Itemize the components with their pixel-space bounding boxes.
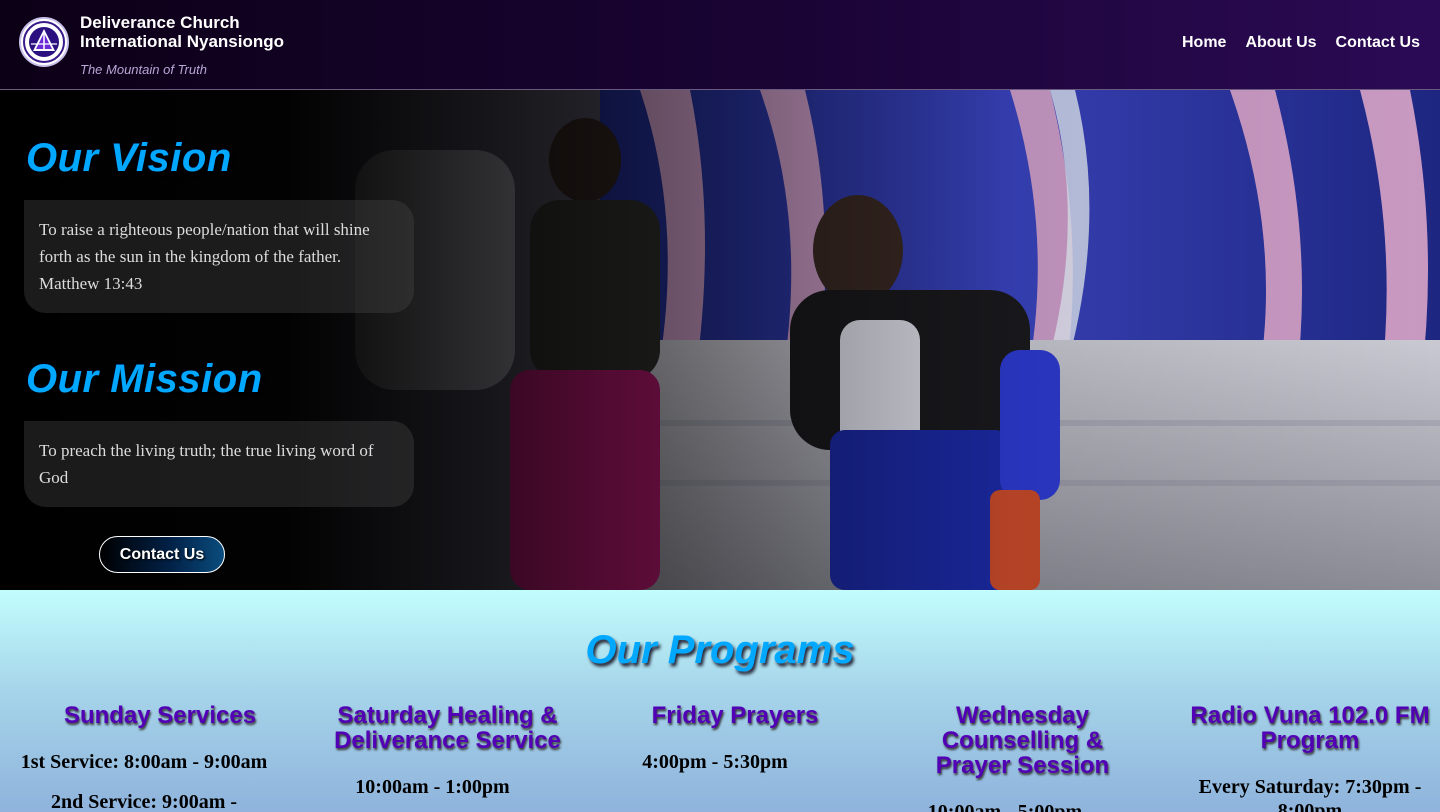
program-sunday-services: Sunday Services 1st Service: 8:00am - 9:… [15,703,305,812]
program-heading: Wednesday Counselling & Prayer Session [935,702,1110,779]
main-nav: Home About Us Contact Us [1182,34,1420,52]
vision-title: Our Vision [26,136,232,180]
program-time: 4:00pm - 5:30pm [642,751,788,773]
program-radio-vuna: Radio Vuna 102.0 FM Program Every Saturd… [1185,703,1435,812]
program-heading: Saturday Healing & Deliverance Service [334,702,561,754]
program-heading: Radio Vuna 102.0 FM Program [1190,702,1430,754]
program-heading: Sunday Services [63,702,257,729]
nav-home[interactable]: Home [1182,34,1226,52]
mission-text: To preach the living truth; the true liv… [24,421,414,507]
program-time: 1st Service: 8:00am - 9:00am [20,751,268,773]
mission-title: Our Mission [26,357,263,401]
contact-us-button[interactable]: Contact Us [99,536,225,573]
program-time: 2nd Service: 9:00am - [50,791,238,812]
nav-about-us[interactable]: About Us [1245,34,1316,52]
brand-name[interactable]: Deliverance Church International Nyansio… [80,13,340,51]
programs-section: Our Programs Sunday Services 1st Service… [0,590,1440,812]
hero-section: Our Vision To raise a righteous people/n… [0,90,1440,590]
program-time: 10:00am - 1:00pm [355,776,510,798]
church-logo-icon[interactable] [19,17,69,67]
vision-text: To raise a righteous people/nation that … [24,200,414,313]
program-heading: Friday Prayers [651,702,819,729]
program-time: 10:00am - 5:00pm [927,801,1083,812]
programs-title: Our Programs [585,628,855,672]
program-time: Every Saturday: 7:30pm - 8:00pm [1198,776,1422,812]
program-wednesday-counselling: Wednesday Counselling & Prayer Session 1… [905,703,1140,812]
program-saturday-healing: Saturday Healing & Deliverance Service 1… [315,703,580,799]
site-header: Deliverance Church International Nyansio… [0,0,1440,90]
tagline: The Mountain of Truth [80,62,207,77]
nav-contact-us[interactable]: Contact Us [1336,34,1420,52]
program-friday-prayers: Friday Prayers 4:00pm - 5:30pm [615,703,855,774]
